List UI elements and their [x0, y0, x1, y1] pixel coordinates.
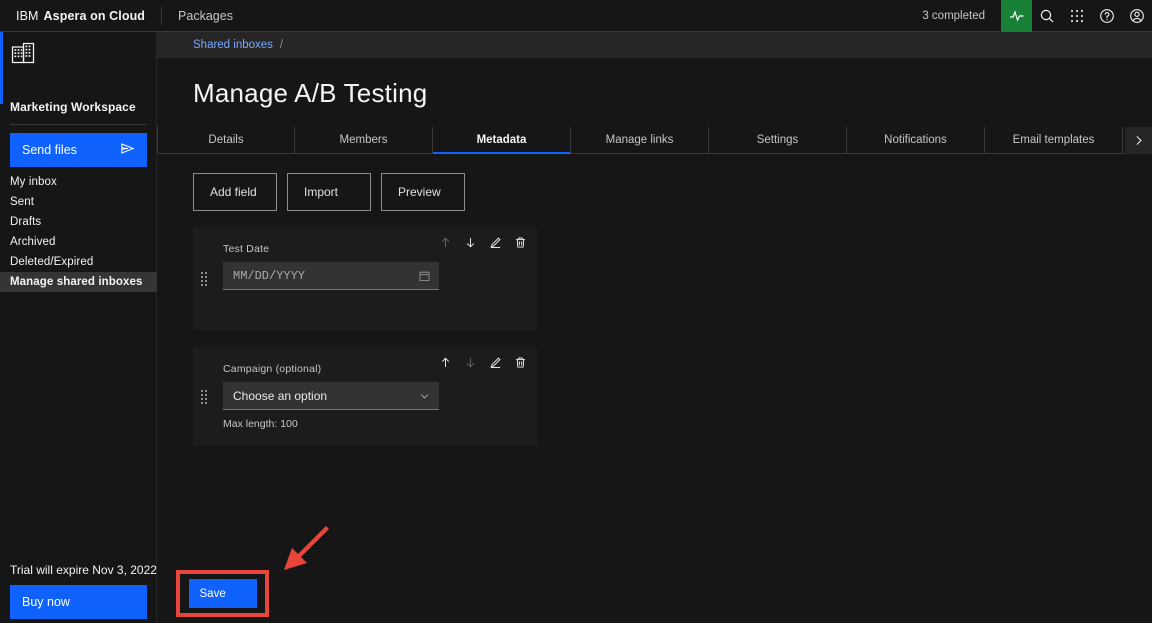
app-root: IBM Aspera on Cloud Packages 3 completed — [0, 0, 1152, 623]
field-value: MM/DD/YYYY — [233, 268, 306, 283]
arrow-up-icon[interactable] — [439, 356, 452, 369]
arrow-down-icon[interactable] — [464, 356, 477, 369]
building-icon — [10, 40, 36, 71]
help-icon[interactable] — [1092, 0, 1122, 32]
add-field-label: Add field — [210, 185, 257, 200]
trash-icon[interactable] — [514, 236, 527, 249]
metadata-field-list: Test Date MM/DD/YYYY Campaign (optional)… — [157, 211, 1152, 447]
brand-product-label: Aspera on Cloud — [43, 8, 146, 23]
add-field-button[interactable]: Add field — [193, 173, 277, 212]
card-spacer — [223, 290, 521, 314]
tab-members[interactable]: Members — [295, 127, 433, 155]
sidebar-item-my-inbox[interactable]: My inbox — [0, 172, 157, 192]
tab-label: Notifications — [884, 133, 947, 146]
sidebar-item-manage-shared-inboxes[interactable]: Manage shared inboxes — [0, 272, 157, 292]
field-help-text: Max length: 100 — [223, 418, 298, 431]
trash-icon[interactable] — [514, 356, 527, 369]
sidebar-item-label: Archived — [10, 236, 56, 248]
import-label: Import — [304, 185, 339, 200]
tab-label: Metadata — [476, 133, 527, 146]
sidebar-accent-bar — [0, 32, 3, 104]
send-files-button[interactable]: Send files — [10, 133, 147, 167]
sidebar-item-archived[interactable]: Archived — [0, 232, 157, 252]
pencil-icon[interactable] — [489, 356, 502, 369]
buy-now-label: Buy now — [22, 595, 70, 609]
send-icon — [120, 141, 135, 159]
sidebar-item-label: Deleted/Expired — [10, 256, 94, 268]
tab-bar: Details Members Metadata Manage links Se… — [157, 127, 1152, 155]
completed-status: 3 completed — [922, 9, 985, 22]
header-nav-packages[interactable]: Packages — [162, 0, 249, 32]
test-date-input[interactable]: MM/DD/YYYY — [223, 262, 439, 291]
sidebar-item-label: Drafts — [10, 216, 42, 228]
metadata-field-card: Test Date MM/DD/YYYY — [193, 227, 537, 331]
calendar-icon[interactable] — [418, 269, 431, 282]
account-icon[interactable] — [1122, 0, 1152, 32]
save-label: Save — [199, 587, 226, 600]
main-content: Shared inboxes / Manage A/B Testing Deta… — [157, 32, 1152, 623]
preview-label: Preview — [398, 185, 441, 200]
drag-handle[interactable] — [201, 389, 207, 404]
field-value: Choose an option — [233, 388, 328, 403]
sidebar-item-label: Sent — [10, 196, 35, 208]
send-files-label: Send files — [22, 143, 77, 157]
sidebar-nav: My inbox Sent Drafts Archived Deleted/Ex… — [0, 172, 157, 292]
tab-notifications[interactable]: Notifications — [847, 127, 985, 155]
brand-logo[interactable]: IBM Aspera on Cloud — [0, 0, 161, 32]
app-switcher-icon[interactable] — [1062, 0, 1092, 32]
tab-label: Members — [339, 133, 388, 146]
tab-settings[interactable]: Settings — [709, 127, 847, 155]
chevron-down-icon[interactable] — [418, 389, 431, 402]
tab-label: Details — [208, 133, 244, 146]
preview-button[interactable]: Preview — [381, 173, 465, 212]
field-toolbar — [439, 356, 527, 369]
sidebar-item-label: My inbox — [10, 176, 57, 188]
buy-now-button[interactable]: Buy now — [10, 585, 147, 619]
tab-email-templates[interactable]: Email templates — [985, 127, 1123, 155]
save-button[interactable]: Save — [188, 579, 257, 608]
import-button[interactable]: Import — [287, 173, 371, 212]
save-button-highlight: Save — [176, 570, 269, 617]
tab-details[interactable]: Details — [157, 127, 295, 155]
sidebar-item-deleted-expired[interactable]: Deleted/Expired — [0, 252, 157, 272]
global-header: IBM Aspera on Cloud Packages 3 completed — [0, 0, 1152, 32]
tab-manage-links[interactable]: Manage links — [571, 127, 709, 155]
breadcrumb-separator: / — [279, 38, 284, 51]
breadcrumb: Shared inboxes / — [157, 32, 1152, 58]
sidebar-item-drafts[interactable]: Drafts — [0, 212, 157, 232]
workspace-name: Marketing Workspace — [10, 100, 136, 114]
action-button-group: Add field Import Preview — [157, 154, 1152, 212]
tab-label: Manage links — [605, 133, 674, 146]
chevron-right-icon[interactable] — [1125, 127, 1152, 155]
search-icon[interactable] — [1032, 0, 1062, 32]
page-title: Manage A/B Testing — [193, 78, 428, 108]
drag-handle[interactable] — [201, 271, 207, 286]
tab-label: Settings — [756, 133, 799, 146]
field-toolbar — [439, 236, 527, 249]
activity-icon[interactable] — [1001, 0, 1032, 32]
campaign-select[interactable]: Choose an option — [223, 382, 439, 411]
breadcrumb-link-shared-inboxes[interactable]: Shared inboxes — [193, 39, 273, 51]
tab-metadata[interactable]: Metadata — [433, 127, 571, 155]
arrow-down-icon[interactable] — [464, 236, 477, 249]
header-right-group: 3 completed — [906, 0, 1152, 32]
brand-ibm-label: IBM — [16, 8, 39, 23]
sidebar: Marketing Workspace Send files My inbox … — [0, 32, 157, 623]
sidebar-divider — [10, 124, 147, 125]
arrow-up-icon[interactable] — [439, 236, 452, 249]
trial-notice: Trial will expire Nov 3, 2022 — [10, 563, 157, 577]
metadata-field-card: Campaign (optional) Choose an option Max… — [193, 347, 537, 447]
pencil-icon[interactable] — [489, 236, 502, 249]
sidebar-item-sent[interactable]: Sent — [0, 192, 157, 212]
tab-label: Email templates — [1012, 133, 1095, 146]
sidebar-item-label: Manage shared inboxes — [10, 276, 143, 288]
